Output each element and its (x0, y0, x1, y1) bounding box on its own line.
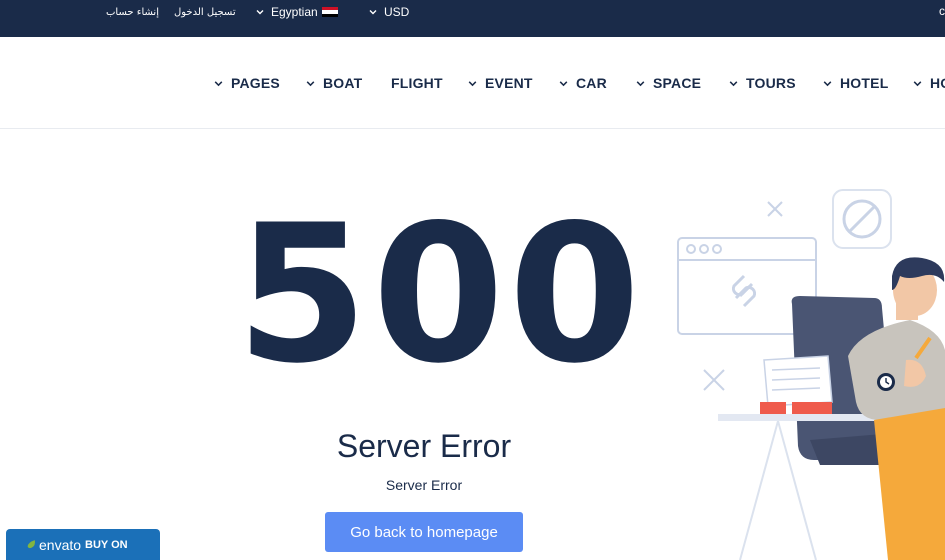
nav-item-hotel[interactable]: HOTEL (822, 73, 888, 93)
error-message: Server Error (385, 477, 463, 493)
chevron-down-icon (913, 80, 922, 86)
register-label: إنشاء حساب (106, 6, 159, 18)
nav-item-label: HO (930, 75, 945, 91)
chevron-down-icon (823, 80, 832, 86)
nav-item-label: SPACE (653, 75, 702, 91)
back-to-homepage-button[interactable]: Go back to homepage (325, 512, 523, 552)
language-selector[interactable]: Egyptian (255, 0, 338, 24)
chevron-down-icon (559, 80, 568, 86)
nav-item-label: PAGES (231, 75, 280, 91)
currency-selector[interactable]: USD (368, 0, 409, 24)
register-link[interactable]: إنشاء حساب (106, 0, 159, 24)
envato-action: BUY ON (85, 538, 128, 551)
chevron-down-icon (306, 80, 315, 86)
x-mark-icon (703, 369, 725, 391)
nav-item-car[interactable]: CAR (558, 73, 607, 93)
nav-item-label: TOURS (746, 75, 796, 91)
error-title: Server Error (336, 428, 512, 464)
nav-item-label: HOTEL (840, 75, 889, 91)
chevron-down-icon (214, 80, 223, 86)
language-label: Egyptian (271, 5, 318, 19)
login-label: تسجيل الدخول (174, 6, 236, 18)
nav-item-label: BOAT (323, 75, 363, 91)
nav-item-home[interactable]: HO (912, 73, 945, 93)
x-mark-icon (767, 201, 783, 217)
main-navigation: PAGES BOAT FLIGHT EVENT CAR SPACE TOURS … (0, 37, 945, 129)
envato-buy-badge[interactable]: envato BUY ON (6, 529, 160, 560)
chevron-down-icon (369, 10, 377, 15)
nav-item-label: CAR (576, 75, 607, 91)
nav-item-label: EVENT (485, 75, 533, 91)
nav-item-pages[interactable]: PAGES (213, 73, 280, 93)
forbidden-icon (832, 189, 892, 249)
chevron-down-icon (256, 10, 264, 15)
egypt-flag-icon (321, 6, 338, 18)
error-code: 500 (236, 184, 645, 405)
paper-stack (760, 355, 833, 414)
login-link[interactable]: تسجيل الدخول (174, 0, 236, 24)
chevron-down-icon (729, 80, 738, 86)
nav-item-flight[interactable]: FLIGHT (391, 73, 443, 93)
chevron-down-icon (636, 80, 645, 86)
currency-label: USD (384, 5, 410, 19)
nav-item-boat[interactable]: BOAT (305, 73, 362, 93)
nav-item-event[interactable]: EVENT (467, 73, 533, 93)
nav-item-tours[interactable]: TOURS (728, 73, 796, 93)
top-bar: إنشاء حساب تسجيل الدخول Egyptian USD c (0, 0, 945, 37)
envato-leaf-icon (27, 540, 36, 549)
server-error-illustration (677, 189, 945, 560)
nav-item-label: FLIGHT (391, 75, 443, 91)
chevron-down-icon (468, 80, 477, 86)
envato-brand: envato (39, 536, 82, 553)
topbar-edge-text: c (939, 4, 945, 18)
nav-item-space[interactable]: SPACE (635, 73, 701, 93)
